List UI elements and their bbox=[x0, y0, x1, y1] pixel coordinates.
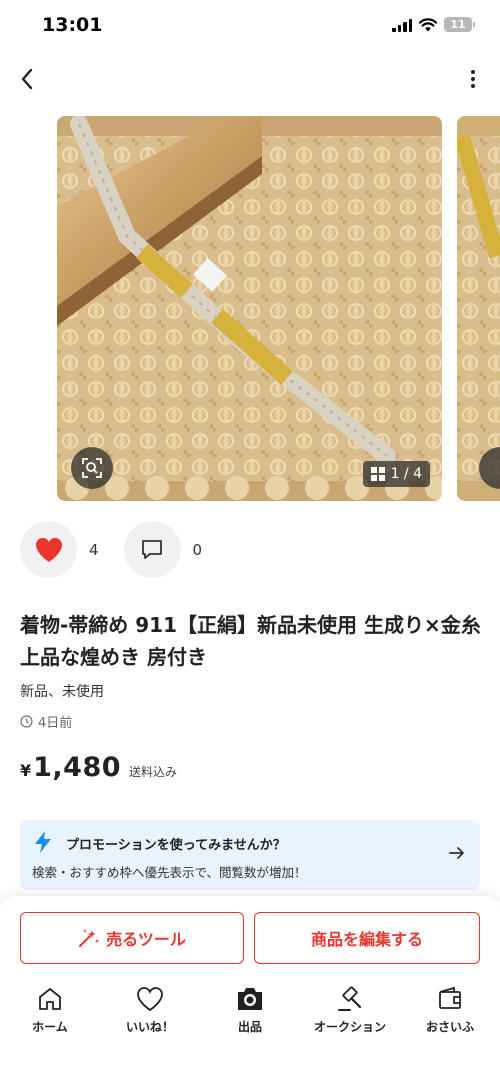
tab-wallet[interactable]: おさいふ bbox=[400, 984, 500, 1044]
price-row: ¥ 1,480 送料込み bbox=[20, 752, 177, 783]
sell-tool-label: 売るツール bbox=[106, 930, 186, 949]
tab-wallet-label: おさいふ bbox=[425, 1020, 474, 1034]
comment-icon bbox=[142, 539, 162, 559]
edit-item-label: 商品を編集する bbox=[310, 930, 423, 949]
wallet-icon bbox=[439, 986, 461, 1009]
sell-tool-button[interactable]: 売るツール bbox=[20, 912, 244, 964]
image-counter: 1 / 4 bbox=[362, 461, 430, 487]
tab-likes-label: いいね！ bbox=[125, 1020, 174, 1034]
product-photo[interactable]: 1 / 4 bbox=[57, 116, 442, 501]
camera-icon bbox=[238, 988, 262, 1010]
tab-home[interactable]: ホーム bbox=[0, 984, 100, 1044]
image-counter-text: 1 / 4 bbox=[390, 466, 422, 482]
tab-bar: ホーム いいね！ 出品 オークション おさいふ bbox=[0, 984, 500, 1044]
comment-count: 0 bbox=[192, 540, 203, 559]
edit-item-button[interactable]: 商品を編集する bbox=[254, 912, 480, 964]
magic-wand-icon bbox=[79, 929, 100, 947]
back-button[interactable] bbox=[14, 64, 40, 94]
tab-home-label: ホーム bbox=[32, 1020, 68, 1034]
next-product-photo[interactable] bbox=[457, 116, 500, 501]
promotion-title: プロモーションを使ってみませんか？ bbox=[66, 838, 286, 853]
chevron-left-icon bbox=[21, 68, 33, 90]
promotion-banner[interactable]: プロモーションを使ってみませんか？ 検索・おすすめ枠へ優先表示で、閲覧数が増加！ bbox=[20, 820, 480, 890]
arrow-right-icon bbox=[449, 847, 464, 859]
like-button[interactable] bbox=[20, 521, 77, 578]
promotion-subtitle: 検索・おすすめ枠へ優先表示で、閲覧数が増加！ bbox=[32, 865, 307, 880]
more-vertical-icon bbox=[471, 70, 475, 74]
comment-button[interactable] bbox=[123, 521, 181, 578]
tab-sell-label: 出品 bbox=[237, 1020, 262, 1034]
gavel-icon bbox=[338, 986, 362, 1011]
item-condition: 新品、未使用 bbox=[20, 684, 104, 700]
home-icon bbox=[39, 988, 61, 1010]
like-count: 4 bbox=[89, 540, 99, 559]
clock-icon bbox=[20, 715, 33, 728]
engagement-row: 4 0 bbox=[20, 521, 227, 578]
shipping-note: 送料込み bbox=[129, 765, 178, 779]
image-carousel[interactable]: 1 / 4 bbox=[0, 116, 500, 502]
cellular-signal-icon bbox=[392, 18, 412, 32]
item-price: 1,480 bbox=[33, 752, 122, 783]
tab-likes[interactable]: いいね！ bbox=[100, 984, 200, 1044]
bottom-panel: 売るツール 商品を編集する ホーム いいね！ 出品 オークション おさいふ bbox=[0, 896, 500, 1080]
status-time: 13:01 bbox=[42, 14, 103, 36]
tab-sell[interactable]: 出品 bbox=[200, 984, 300, 1044]
tab-auction-label: オークション bbox=[313, 1020, 386, 1034]
more-options-button[interactable] bbox=[468, 66, 478, 92]
battery-icon: 11 bbox=[444, 17, 475, 32]
posted-time: 4日前 bbox=[20, 712, 72, 731]
tab-auction[interactable]: オークション bbox=[300, 984, 400, 1044]
currency-symbol: ¥ bbox=[20, 761, 32, 780]
posted-time-text: 4日前 bbox=[38, 716, 73, 731]
product-photo-illustration bbox=[57, 116, 442, 501]
status-bar: 13:01 11 bbox=[0, 0, 500, 54]
image-search-button[interactable] bbox=[71, 447, 113, 489]
lightning-icon bbox=[35, 831, 51, 853]
heart-icon bbox=[35, 537, 62, 562]
heart-outline-icon bbox=[137, 987, 163, 1012]
status-icons: 11 bbox=[392, 17, 475, 32]
wifi-icon bbox=[419, 17, 437, 31]
grid-icon bbox=[370, 467, 385, 481]
item-title: 着物-帯締め 911【正絹】新品未使用 生成り×金糸 上品な煌めき 房付き bbox=[20, 613, 481, 669]
image-search-icon bbox=[82, 458, 102, 478]
